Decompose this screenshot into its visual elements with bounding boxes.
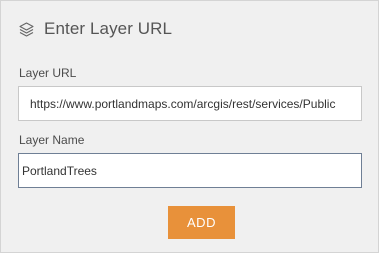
page-title: Enter Layer URL xyxy=(44,19,173,38)
panel-header: Enter Layer URL xyxy=(18,19,172,39)
layer-name-label: Layer Name xyxy=(19,133,85,147)
layer-name-input[interactable] xyxy=(18,153,362,188)
layer-url-input[interactable] xyxy=(18,86,362,121)
layer-url-label: Layer URL xyxy=(19,66,77,80)
enter-layer-url-panel: Enter Layer URL Layer URL Layer Name ADD xyxy=(0,0,379,253)
layers-icon xyxy=(18,21,35,38)
add-button[interactable]: ADD xyxy=(168,206,235,239)
